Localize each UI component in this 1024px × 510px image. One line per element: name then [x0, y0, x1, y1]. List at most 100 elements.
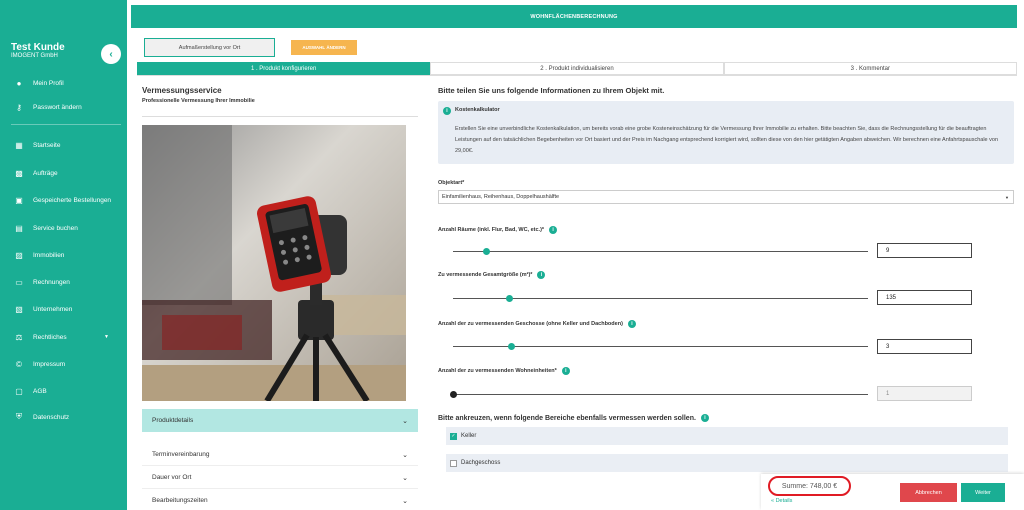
slider-handle[interactable]: [508, 343, 516, 350]
objektart-label: Objektart*: [438, 180, 464, 186]
checkbox-label: Keller: [461, 433, 477, 439]
info-box: i Kostenkalkulator Erstellen Sie eine un…: [438, 101, 1014, 164]
chevron-down-icon: ⌄: [402, 417, 408, 425]
aufmass-button[interactable]: Aufmaßerstellung vor Ort: [144, 38, 275, 57]
product-image: [142, 125, 406, 401]
shield-icon: ⛨: [16, 412, 22, 421]
main-content: WOHNFLÄCHENBERECHNUNG Aufmaßerstellung v…: [127, 0, 1024, 510]
gesamtgroesse-input[interactable]: 135: [877, 290, 972, 305]
step-tabs: 1 . Produkt konfigurieren 2 . Produkt in…: [137, 62, 1017, 76]
change-selection-button[interactable]: AUSWAHL ÄNDERN: [291, 40, 357, 55]
building-icon: ▨: [15, 250, 23, 260]
sidebar-item-label: Aufträge: [33, 169, 58, 177]
sidebar-item-bestellungen[interactable]: ▣ Gespeicherte Bestellungen: [0, 190, 127, 210]
accordion-bearbeitungszeiten[interactable]: Bearbeitungszeiten ⌄: [142, 490, 418, 510]
field-label-text: Anzahl Räume (inkl. Flur, Bad, WC, etc.)…: [438, 227, 545, 233]
cancel-button[interactable]: Abbrechen: [900, 483, 957, 502]
collapse-sidebar-button[interactable]: ‹: [101, 44, 121, 64]
sidebar-item-label: Impressum: [33, 360, 66, 368]
sidebar-item-password[interactable]: ⚷ Passwort ändern: [0, 97, 127, 117]
info-icon[interactable]: i: [537, 271, 546, 279]
details-link[interactable]: « Details: [771, 498, 792, 504]
sidebar-item-impressum[interactable]: © Impressum: [0, 354, 127, 374]
sidebar-item-profile[interactable]: ● Mein Profil: [0, 73, 127, 93]
sidebar-divider: [11, 124, 121, 125]
info-icon[interactable]: i: [700, 414, 709, 422]
sidebar-item-auftraege[interactable]: ▩ Aufträge: [0, 163, 127, 183]
sidebar-item-label: Unternehmen: [33, 305, 73, 313]
geschosse-input[interactable]: 3: [877, 339, 972, 354]
sidebar-item-label: Rechtliches: [33, 333, 67, 341]
checkbox-dachgeschoss[interactable]: Dachgeschoss: [446, 454, 1008, 472]
sidebar-item-datenschutz[interactable]: ⛨ Datenschutz: [0, 407, 127, 427]
checkbox-heading: Bitte ankreuzen, wenn folgende Bereiche …: [438, 414, 709, 422]
field-label-text: Objektart*: [438, 180, 465, 186]
anzahl-raeume-slider[interactable]: [453, 248, 868, 255]
sidebar-item-label: Service buchen: [33, 224, 78, 232]
tab-kommentar[interactable]: 3 . Kommentar: [723, 62, 1017, 75]
geschosse-label: Anzahl der zu vermessenden Geschosse (oh…: [438, 320, 636, 328]
gesamtgroesse-label: Zu vermessende Gesamtgröße (m²)* i: [438, 271, 546, 279]
wohneinheiten-slider[interactable]: [450, 391, 868, 398]
field-label-text: Zu vermessende Gesamtgröße (m²)*: [438, 272, 533, 278]
user-company[interactable]: IMOGENT GmbH: [11, 53, 58, 59]
sidebar-item-service-buchen[interactable]: ▤ Service buchen: [0, 218, 127, 238]
tab-produkt-konfigurieren[interactable]: 1 . Produkt konfigurieren: [137, 62, 431, 75]
accordion-dauer-vor-ort[interactable]: Dauer vor Ort ⌄: [142, 467, 418, 489]
copyright-icon: ©: [16, 359, 22, 369]
anzahl-raeume-label: Anzahl Räume (inkl. Flur, Bad, WC, etc.)…: [438, 226, 558, 234]
next-button[interactable]: Weiter: [961, 483, 1005, 502]
company-icon: ▧: [15, 304, 23, 314]
sidebar-item-immobilien[interactable]: ▨ Immobilien: [0, 245, 127, 265]
sidebar-item-label: Passwort ändern: [33, 103, 82, 111]
info-icon[interactable]: i: [549, 226, 558, 234]
sidebar: Test Kunde IMOGENT GmbH ‹ ● Mein Profil …: [0, 0, 127, 510]
field-label-text: Bitte ankreuzen, wenn folgende Bereiche …: [438, 414, 696, 422]
slider-handle[interactable]: [450, 391, 457, 398]
total-sum: Summe: 748,00 €: [768, 476, 851, 496]
sidebar-item-label: Mein Profil: [33, 79, 64, 87]
sidebar-item-label: Rechnungen: [33, 278, 70, 286]
anzahl-raeume-input[interactable]: 9: [877, 243, 972, 258]
accordion-label: Terminvereinbarung: [152, 451, 210, 458]
select-value: Einfamilienhaus, Reihenhaus, Doppelhaush…: [442, 194, 560, 200]
sidebar-item-unternehmen[interactable]: ▧ Unternehmen: [0, 299, 127, 319]
geschosse-slider[interactable]: [453, 343, 868, 350]
field-label-text: Anzahl der zu vermessenden Wohneinheiten…: [438, 368, 557, 374]
slider-handle[interactable]: [506, 295, 514, 302]
accordion-produktdetails[interactable]: Produktdetails ⌄: [142, 409, 418, 432]
info-icon[interactable]: i: [627, 320, 636, 328]
sidebar-item-label: Datenschutz: [33, 413, 70, 421]
sidebar-item-rechtliches[interactable]: ⚖ Rechtliches ▼: [0, 327, 127, 347]
sidebar-item-label: Startseite: [33, 141, 61, 149]
tab-produkt-individualisieren[interactable]: 2 . Produkt individualisieren: [430, 62, 724, 75]
sidebar-item-rechnungen[interactable]: ▭ Rechnungen: [0, 272, 127, 292]
user-icon: ●: [16, 78, 22, 88]
key-icon: ⚷: [16, 102, 22, 112]
checkbox-keller[interactable]: ✓ Keller: [446, 427, 1008, 445]
slider-handle[interactable]: [483, 248, 491, 255]
scale-icon: ⚖: [15, 332, 23, 342]
gesamtgroesse-slider[interactable]: [453, 295, 868, 302]
page-title: WOHNFLÄCHENBERECHNUNG: [131, 5, 1017, 28]
objektart-select[interactable]: Einfamilienhaus, Reihenhaus, Doppelhaush…: [438, 190, 1014, 204]
sidebar-item-agb[interactable]: ▢ AGB: [0, 381, 127, 401]
wohneinheiten-input: 1: [877, 386, 972, 401]
info-icon[interactable]: i: [561, 367, 570, 375]
sidebar-item-label: Gespeicherte Bestellungen: [33, 196, 112, 204]
accordion-terminvereinbarung[interactable]: Terminvereinbarung ⌄: [142, 444, 418, 466]
caret-down-icon: ▼: [1005, 194, 1009, 200]
info-text: Erstellen Sie eine unverbindliche Kosten…: [455, 126, 999, 154]
chevron-down-icon: ⌄: [402, 497, 408, 505]
sidebar-item-label: AGB: [33, 387, 47, 395]
divider: [142, 116, 418, 117]
caret-down-icon: ▼: [104, 334, 109, 340]
dashboard-icon: ▦: [15, 140, 23, 150]
accordion-label: Dauer vor Ort: [152, 474, 192, 481]
sidebar-item-startseite[interactable]: ▦ Startseite: [0, 135, 127, 155]
check-icon[interactable]: ✓: [450, 432, 457, 440]
info-title: Kostenkalkulator: [455, 107, 500, 113]
checkbox-box[interactable]: [450, 459, 457, 467]
field-label-text: Anzahl der zu vermessenden Geschosse (oh…: [438, 321, 623, 327]
accordion-label: Bearbeitungszeiten: [152, 497, 208, 504]
